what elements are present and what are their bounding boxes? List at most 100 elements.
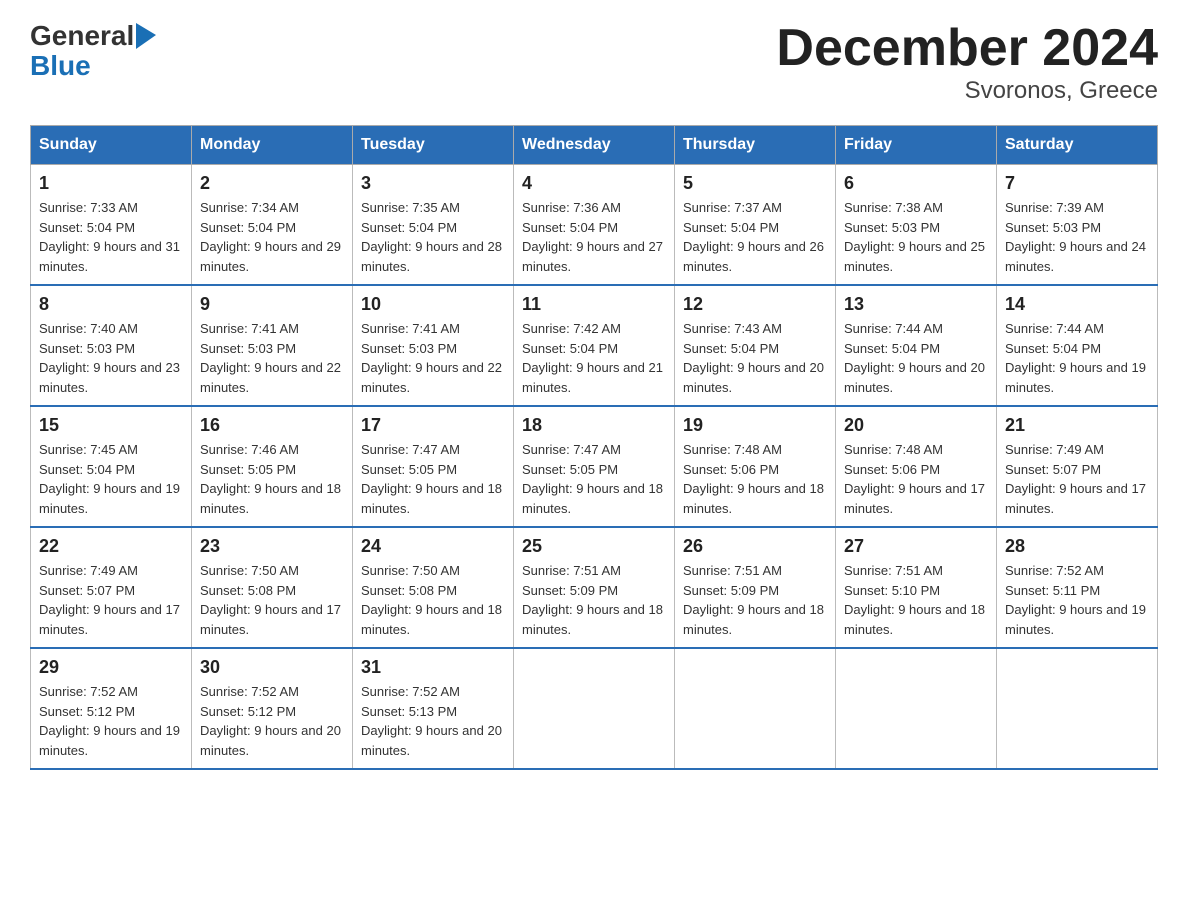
day-info: Sunrise: 7:49 AMSunset: 5:07 PMDaylight:… bbox=[1005, 440, 1149, 518]
day-cell: 10 Sunrise: 7:41 AMSunset: 5:03 PMDaylig… bbox=[353, 285, 514, 406]
day-number: 7 bbox=[1005, 173, 1149, 194]
day-number: 29 bbox=[39, 657, 183, 678]
day-info: Sunrise: 7:45 AMSunset: 5:04 PMDaylight:… bbox=[39, 440, 183, 518]
day-cell: 1 Sunrise: 7:33 AMSunset: 5:04 PMDayligh… bbox=[31, 165, 192, 286]
day-info: Sunrise: 7:37 AMSunset: 5:04 PMDaylight:… bbox=[683, 198, 827, 276]
week-row-5: 29 Sunrise: 7:52 AMSunset: 5:12 PMDaylig… bbox=[31, 648, 1158, 769]
day-number: 2 bbox=[200, 173, 344, 194]
header-sunday: Sunday bbox=[31, 126, 192, 165]
day-info: Sunrise: 7:39 AMSunset: 5:03 PMDaylight:… bbox=[1005, 198, 1149, 276]
week-row-1: 1 Sunrise: 7:33 AMSunset: 5:04 PMDayligh… bbox=[31, 165, 1158, 286]
day-info: Sunrise: 7:52 AMSunset: 5:13 PMDaylight:… bbox=[361, 682, 505, 760]
calendar-title: December 2024 bbox=[776, 20, 1158, 77]
day-info: Sunrise: 7:40 AMSunset: 5:03 PMDaylight:… bbox=[39, 319, 183, 397]
week-row-2: 8 Sunrise: 7:40 AMSunset: 5:03 PMDayligh… bbox=[31, 285, 1158, 406]
day-cell: 5 Sunrise: 7:37 AMSunset: 5:04 PMDayligh… bbox=[675, 165, 836, 286]
day-info: Sunrise: 7:42 AMSunset: 5:04 PMDaylight:… bbox=[522, 319, 666, 397]
page-header: General Blue December 2024 Svoronos, Gre… bbox=[30, 20, 1158, 105]
day-cell: 18 Sunrise: 7:47 AMSunset: 5:05 PMDaylig… bbox=[514, 406, 675, 527]
header-row: SundayMondayTuesdayWednesdayThursdayFrid… bbox=[31, 126, 1158, 165]
day-cell: 24 Sunrise: 7:50 AMSunset: 5:08 PMDaylig… bbox=[353, 527, 514, 648]
day-info: Sunrise: 7:41 AMSunset: 5:03 PMDaylight:… bbox=[200, 319, 344, 397]
day-cell: 17 Sunrise: 7:47 AMSunset: 5:05 PMDaylig… bbox=[353, 406, 514, 527]
day-info: Sunrise: 7:51 AMSunset: 5:09 PMDaylight:… bbox=[683, 561, 827, 639]
day-cell: 6 Sunrise: 7:38 AMSunset: 5:03 PMDayligh… bbox=[836, 165, 997, 286]
day-info: Sunrise: 7:47 AMSunset: 5:05 PMDaylight:… bbox=[522, 440, 666, 518]
week-row-4: 22 Sunrise: 7:49 AMSunset: 5:07 PMDaylig… bbox=[31, 527, 1158, 648]
calendar-body: 1 Sunrise: 7:33 AMSunset: 5:04 PMDayligh… bbox=[31, 165, 1158, 770]
day-cell: 27 Sunrise: 7:51 AMSunset: 5:10 PMDaylig… bbox=[836, 527, 997, 648]
day-number: 27 bbox=[844, 536, 988, 557]
day-info: Sunrise: 7:49 AMSunset: 5:07 PMDaylight:… bbox=[39, 561, 183, 639]
day-cell: 26 Sunrise: 7:51 AMSunset: 5:09 PMDaylig… bbox=[675, 527, 836, 648]
day-cell bbox=[836, 648, 997, 769]
day-number: 1 bbox=[39, 173, 183, 194]
day-number: 8 bbox=[39, 294, 183, 315]
day-info: Sunrise: 7:34 AMSunset: 5:04 PMDaylight:… bbox=[200, 198, 344, 276]
day-info: Sunrise: 7:38 AMSunset: 5:03 PMDaylight:… bbox=[844, 198, 988, 276]
day-info: Sunrise: 7:50 AMSunset: 5:08 PMDaylight:… bbox=[200, 561, 344, 639]
day-cell bbox=[514, 648, 675, 769]
day-cell: 12 Sunrise: 7:43 AMSunset: 5:04 PMDaylig… bbox=[675, 285, 836, 406]
day-cell: 9 Sunrise: 7:41 AMSunset: 5:03 PMDayligh… bbox=[192, 285, 353, 406]
day-cell: 7 Sunrise: 7:39 AMSunset: 5:03 PMDayligh… bbox=[997, 165, 1158, 286]
day-number: 24 bbox=[361, 536, 505, 557]
day-cell: 20 Sunrise: 7:48 AMSunset: 5:06 PMDaylig… bbox=[836, 406, 997, 527]
day-cell bbox=[997, 648, 1158, 769]
calendar-subtitle: Svoronos, Greece bbox=[776, 77, 1158, 105]
day-number: 5 bbox=[683, 173, 827, 194]
day-number: 18 bbox=[522, 415, 666, 436]
day-info: Sunrise: 7:36 AMSunset: 5:04 PMDaylight:… bbox=[522, 198, 666, 276]
day-cell: 8 Sunrise: 7:40 AMSunset: 5:03 PMDayligh… bbox=[31, 285, 192, 406]
day-number: 12 bbox=[683, 294, 827, 315]
day-cell: 15 Sunrise: 7:45 AMSunset: 5:04 PMDaylig… bbox=[31, 406, 192, 527]
day-info: Sunrise: 7:51 AMSunset: 5:09 PMDaylight:… bbox=[522, 561, 666, 639]
day-number: 21 bbox=[1005, 415, 1149, 436]
day-number: 19 bbox=[683, 415, 827, 436]
day-number: 10 bbox=[361, 294, 505, 315]
logo-triangle-icon bbox=[136, 23, 158, 49]
day-cell: 14 Sunrise: 7:44 AMSunset: 5:04 PMDaylig… bbox=[997, 285, 1158, 406]
day-info: Sunrise: 7:43 AMSunset: 5:04 PMDaylight:… bbox=[683, 319, 827, 397]
day-number: 23 bbox=[200, 536, 344, 557]
day-info: Sunrise: 7:47 AMSunset: 5:05 PMDaylight:… bbox=[361, 440, 505, 518]
day-info: Sunrise: 7:52 AMSunset: 5:12 PMDaylight:… bbox=[39, 682, 183, 760]
day-number: 11 bbox=[522, 294, 666, 315]
day-info: Sunrise: 7:48 AMSunset: 5:06 PMDaylight:… bbox=[844, 440, 988, 518]
day-cell: 16 Sunrise: 7:46 AMSunset: 5:05 PMDaylig… bbox=[192, 406, 353, 527]
day-info: Sunrise: 7:52 AMSunset: 5:12 PMDaylight:… bbox=[200, 682, 344, 760]
day-number: 9 bbox=[200, 294, 344, 315]
day-cell: 31 Sunrise: 7:52 AMSunset: 5:13 PMDaylig… bbox=[353, 648, 514, 769]
day-number: 6 bbox=[844, 173, 988, 194]
day-number: 14 bbox=[1005, 294, 1149, 315]
day-cell: 25 Sunrise: 7:51 AMSunset: 5:09 PMDaylig… bbox=[514, 527, 675, 648]
day-cell: 2 Sunrise: 7:34 AMSunset: 5:04 PMDayligh… bbox=[192, 165, 353, 286]
day-number: 25 bbox=[522, 536, 666, 557]
day-cell: 30 Sunrise: 7:52 AMSunset: 5:12 PMDaylig… bbox=[192, 648, 353, 769]
day-info: Sunrise: 7:35 AMSunset: 5:04 PMDaylight:… bbox=[361, 198, 505, 276]
day-cell: 29 Sunrise: 7:52 AMSunset: 5:12 PMDaylig… bbox=[31, 648, 192, 769]
day-number: 16 bbox=[200, 415, 344, 436]
day-cell: 11 Sunrise: 7:42 AMSunset: 5:04 PMDaylig… bbox=[514, 285, 675, 406]
logo-general: General bbox=[30, 20, 134, 52]
day-cell: 3 Sunrise: 7:35 AMSunset: 5:04 PMDayligh… bbox=[353, 165, 514, 286]
header-tuesday: Tuesday bbox=[353, 126, 514, 165]
day-number: 15 bbox=[39, 415, 183, 436]
calendar-header: SundayMondayTuesdayWednesdayThursdayFrid… bbox=[31, 126, 1158, 165]
header-monday: Monday bbox=[192, 126, 353, 165]
day-number: 26 bbox=[683, 536, 827, 557]
day-cell: 13 Sunrise: 7:44 AMSunset: 5:04 PMDaylig… bbox=[836, 285, 997, 406]
day-info: Sunrise: 7:44 AMSunset: 5:04 PMDaylight:… bbox=[1005, 319, 1149, 397]
day-cell: 4 Sunrise: 7:36 AMSunset: 5:04 PMDayligh… bbox=[514, 165, 675, 286]
day-cell: 22 Sunrise: 7:49 AMSunset: 5:07 PMDaylig… bbox=[31, 527, 192, 648]
day-info: Sunrise: 7:44 AMSunset: 5:04 PMDaylight:… bbox=[844, 319, 988, 397]
day-cell: 19 Sunrise: 7:48 AMSunset: 5:06 PMDaylig… bbox=[675, 406, 836, 527]
day-number: 3 bbox=[361, 173, 505, 194]
day-number: 31 bbox=[361, 657, 505, 678]
day-cell: 23 Sunrise: 7:50 AMSunset: 5:08 PMDaylig… bbox=[192, 527, 353, 648]
day-info: Sunrise: 7:41 AMSunset: 5:03 PMDaylight:… bbox=[361, 319, 505, 397]
day-info: Sunrise: 7:33 AMSunset: 5:04 PMDaylight:… bbox=[39, 198, 183, 276]
day-number: 30 bbox=[200, 657, 344, 678]
day-info: Sunrise: 7:50 AMSunset: 5:08 PMDaylight:… bbox=[361, 561, 505, 639]
header-friday: Friday bbox=[836, 126, 997, 165]
